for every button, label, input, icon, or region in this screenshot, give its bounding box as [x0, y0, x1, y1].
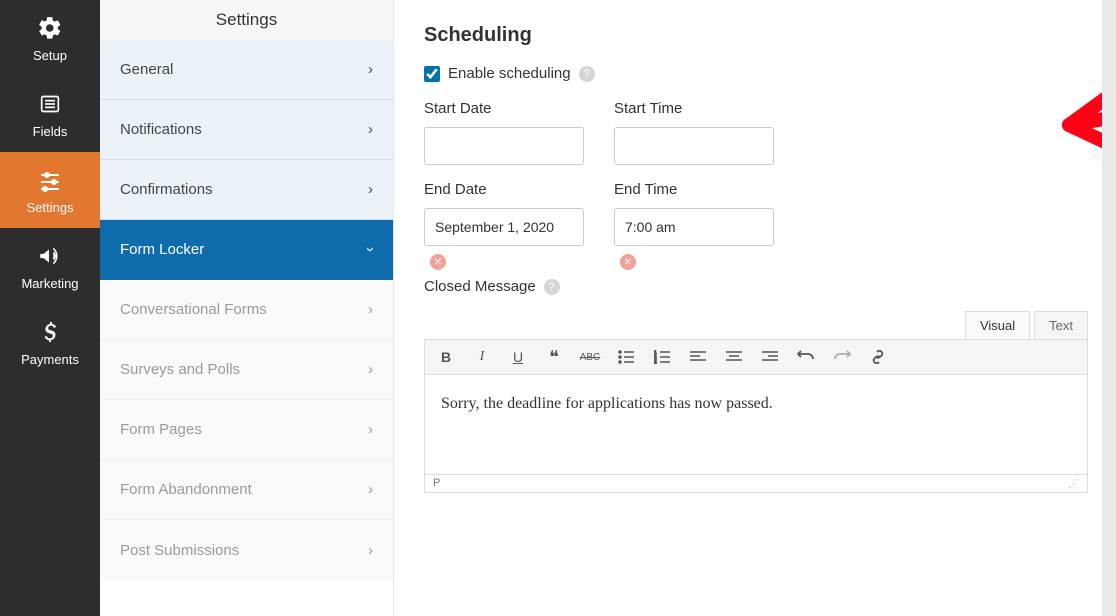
align-left-button[interactable] [687, 346, 709, 368]
bold-button[interactable]: B [435, 346, 457, 368]
nav-label: Setup [33, 48, 67, 63]
clear-end-date-button[interactable]: ✕ [430, 254, 446, 270]
sidebar-item-label: Form Pages [120, 421, 202, 438]
end-date-input[interactable] [424, 208, 584, 246]
list-icon [36, 90, 64, 118]
editor-content[interactable]: Sorry, the deadline for applications has… [424, 375, 1088, 475]
svg-text:3: 3 [654, 361, 657, 364]
sidebar-item-label: Form Abandonment [120, 481, 252, 498]
rich-text-editor: Visual Text B I U ❝ ABC 123 [424, 311, 1088, 493]
blockquote-button[interactable]: ❝ [543, 346, 565, 368]
link-button[interactable] [867, 346, 889, 368]
sliders-icon [36, 166, 64, 194]
clear-end-time-button[interactable]: ✕ [620, 254, 636, 270]
chevron-right-icon: › [368, 421, 373, 438]
scrollbar[interactable] [1102, 0, 1116, 616]
settings-title: Settings [100, 0, 393, 40]
sidebar-item-form-abandonment[interactable]: Form Abandonment › [100, 460, 393, 520]
sidebar-item-label: Form Locker [120, 241, 204, 258]
sidebar-item-confirmations[interactable]: Confirmations › [100, 160, 393, 220]
undo-button[interactable] [795, 346, 817, 368]
underline-button[interactable]: U [507, 346, 529, 368]
nav-label: Settings [27, 200, 74, 215]
editor-tab-text[interactable]: Text [1034, 311, 1088, 339]
chevron-right-icon: › [368, 181, 373, 198]
closed-message-label: Closed Message [424, 278, 536, 295]
sidebar-item-notifications[interactable]: Notifications › [100, 100, 393, 160]
strikethrough-button[interactable]: ABC [579, 346, 601, 368]
chevron-right-icon: › [368, 542, 373, 559]
chevron-down-icon: › [362, 247, 379, 252]
enable-scheduling-checkbox[interactable] [424, 66, 440, 82]
start-date-label: Start Date [424, 100, 584, 117]
start-date-input[interactable] [424, 127, 584, 165]
sidebar-item-label: Conversational Forms [120, 301, 267, 318]
primary-nav: Setup Fields Settings Marketing Payments [0, 0, 100, 616]
editor-path: P [433, 477, 440, 490]
end-time-input[interactable] [614, 208, 774, 246]
align-center-button[interactable] [723, 346, 745, 368]
chevron-right-icon: › [368, 121, 373, 138]
italic-button[interactable]: I [471, 346, 493, 368]
sidebar-item-label: Post Submissions [120, 542, 239, 559]
numbered-list-button[interactable]: 123 [651, 346, 673, 368]
sidebar-item-form-locker[interactable]: Form Locker › [100, 220, 393, 280]
chevron-right-icon: › [368, 481, 373, 498]
sidebar-item-label: Confirmations [120, 181, 213, 198]
gear-icon [36, 14, 64, 42]
nav-label: Payments [21, 352, 79, 367]
sidebar-item-post-submissions[interactable]: Post Submissions › [100, 520, 393, 580]
nav-setup[interactable]: Setup [0, 0, 100, 76]
nav-marketing[interactable]: Marketing [0, 228, 100, 304]
nav-payments[interactable]: Payments [0, 304, 100, 380]
nav-label: Fields [33, 124, 68, 139]
start-time-input[interactable] [614, 127, 774, 165]
nav-label: Marketing [21, 276, 78, 291]
editor-tab-visual[interactable]: Visual [965, 311, 1030, 339]
start-time-label: Start Time [614, 100, 774, 117]
end-date-label: End Date [424, 181, 584, 198]
dollar-icon [36, 318, 64, 346]
sidebar-item-label: Surveys and Polls [120, 361, 240, 378]
sidebar-item-label: Notifications [120, 121, 202, 138]
bullet-list-button[interactable] [615, 346, 637, 368]
editor-toolbar: B I U ❝ ABC 123 [424, 339, 1088, 375]
sidebar-item-label: General [120, 61, 173, 78]
end-time-label: End Time [614, 181, 774, 198]
sidebar-item-conversational-forms[interactable]: Conversational Forms › [100, 280, 393, 340]
sidebar-item-form-pages[interactable]: Form Pages › [100, 400, 393, 460]
resize-handle-icon[interactable]: ⋰ [1068, 477, 1079, 490]
chevron-right-icon: › [368, 361, 373, 378]
section-title: Scheduling [424, 24, 1116, 47]
align-right-button[interactable] [759, 346, 781, 368]
sidebar-item-general[interactable]: General › [100, 40, 393, 100]
main-content: Scheduling Enable scheduling ? Start Dat… [393, 0, 1116, 616]
enable-scheduling-label: Enable scheduling [448, 65, 571, 82]
help-icon[interactable]: ? [544, 279, 560, 295]
nav-fields[interactable]: Fields [0, 76, 100, 152]
help-icon[interactable]: ? [579, 66, 595, 82]
settings-sidebar: Settings General › Notifications › Confi… [100, 0, 393, 616]
nav-settings[interactable]: Settings [0, 152, 100, 228]
chevron-right-icon: › [368, 61, 373, 78]
bullhorn-icon [36, 242, 64, 270]
chevron-right-icon: › [368, 301, 373, 318]
sidebar-item-surveys-polls[interactable]: Surveys and Polls › [100, 340, 393, 400]
redo-button[interactable] [831, 346, 853, 368]
